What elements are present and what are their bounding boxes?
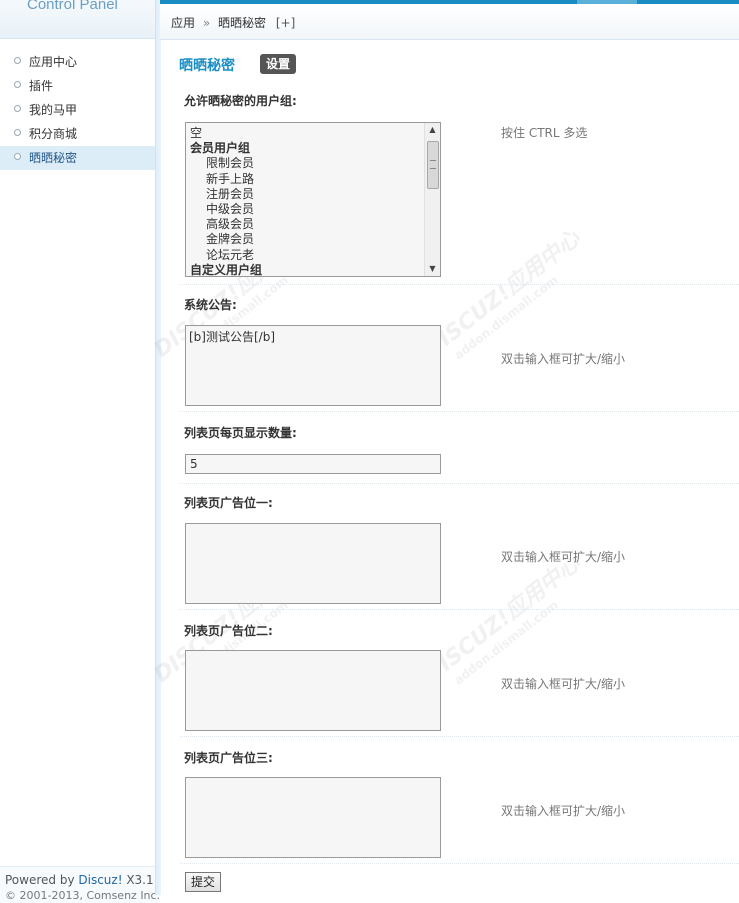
row-divider: [180, 863, 739, 864]
select-option[interactable]: 新手上路: [190, 172, 425, 187]
select-optgroup: 自定义用户组: [190, 262, 263, 277]
ad2-tip: 双击输入框可扩大/缩小: [501, 677, 626, 691]
breadcrumb: 应用 » 晒晒秘密 [+]: [171, 14, 295, 31]
sidebar-item-label: 我的马甲: [29, 103, 78, 117]
sidebar-item-label: 应用中心: [29, 55, 78, 69]
select-options: 空 会员用户组 限制会员 新手上路 注册会员 中级会员 高级会员 金牌会员 论坛…: [190, 126, 425, 277]
sidebar-item-label: 插件: [29, 79, 54, 93]
sidebar-item-label: 积分商城: [29, 127, 78, 141]
notice-textarea[interactable]: [b]测试公告[/b]: [185, 325, 441, 406]
powered-prefix: Powered by: [5, 873, 79, 887]
breadcrumb-item-current: 晒晒秘密: [218, 16, 267, 30]
per-page-count-input[interactable]: 5: [185, 454, 441, 474]
select-option[interactable]: 论坛元老: [190, 248, 425, 263]
row-divider: [180, 483, 739, 484]
ad3-tip: 双击输入框可扩大/缩小: [501, 804, 626, 818]
scroll-thumb[interactable]: [427, 141, 439, 189]
bullet-icon: [14, 57, 21, 64]
version-text: X3.1: [122, 873, 154, 887]
breadcrumb-separator: »: [202, 16, 211, 30]
logo-text: Control Panel: [27, 0, 118, 13]
user-groups-multiselect[interactable]: 空 会员用户组 限制会员 新手上路 注册会员 中级会员 高级会员 金牌会员 论坛…: [185, 122, 441, 277]
bullet-icon: [14, 129, 21, 136]
bullet-icon: [14, 105, 21, 112]
select-option[interactable]: 限制会员: [190, 156, 425, 171]
submit-button[interactable]: 提交: [185, 872, 222, 892]
notice-label: 系统公告:: [184, 298, 237, 312]
logo-area: Control Panel: [0, 0, 155, 39]
ad1-label: 列表页广告位一:: [184, 496, 273, 510]
notice-tip: 双击输入框可扩大/缩小: [501, 352, 626, 366]
breadcrumb-item-app[interactable]: 应用: [171, 16, 195, 30]
select-optgroup: 会员用户组: [190, 141, 251, 156]
select-option[interactable]: 高级会员: [190, 217, 425, 232]
discuz-link[interactable]: Discuz!: [78, 873, 122, 887]
select-option[interactable]: 金牌会员: [190, 232, 425, 247]
row-divider: [180, 411, 739, 412]
topbar: 应用 » 晒晒秘密 [+]: [160, 0, 739, 40]
sidebar-item-points-mall[interactable]: 积分商城: [0, 122, 155, 146]
groups-tip: 按住 CTRL 多选: [501, 126, 588, 140]
ad2-label: 列表页广告位二:: [184, 624, 273, 638]
sidebar-item-app-center[interactable]: 应用中心: [0, 50, 155, 74]
select-option[interactable]: 中级会员: [190, 202, 425, 217]
groups-label: 允许晒秘密的用户组:: [184, 94, 297, 108]
sidebar: Control Panel 应用中心 插件 我的马甲 积分商城 晒晒秘密 Pow…: [0, 0, 160, 903]
topbar-tab-indicator: [577, 0, 637, 4]
sidebar-item-label: 晒晒秘密: [29, 151, 78, 165]
scroll-up-arrow-icon[interactable]: ▲: [425, 123, 440, 137]
page-title: 晒晒秘密: [179, 58, 235, 74]
add-to-favorites-link[interactable]: [+]: [276, 16, 295, 30]
count-label: 列表页每页显示数量:: [184, 426, 297, 440]
row-divider: [180, 284, 739, 285]
ad1-tip: 双击输入框可扩大/缩小: [501, 550, 626, 564]
bullet-icon: [14, 153, 21, 160]
sidebar-item-plugins[interactable]: 插件: [0, 74, 155, 98]
settings-tab[interactable]: 设置: [260, 54, 297, 74]
ad1-textarea[interactable]: [185, 523, 441, 604]
sidebar-item-share-secrets[interactable]: 晒晒秘密: [0, 146, 155, 170]
copyright: © 2001-2013, Comsenz Inc.: [5, 889, 161, 902]
select-scrollbar[interactable]: ▲ ▼: [424, 123, 440, 276]
ad2-textarea[interactable]: [185, 650, 441, 731]
row-divider: [180, 736, 739, 737]
ad3-label: 列表页广告位三:: [184, 751, 273, 765]
main-content: DISCUZ!应用中心 addon.dismall.com DISCUZ!应用中心…: [150, 40, 739, 895]
bullet-icon: [14, 81, 21, 88]
scroll-down-arrow-icon[interactable]: ▼: [425, 262, 440, 276]
select-option[interactable]: 注册会员: [190, 187, 425, 202]
sidebar-item-vests[interactable]: 我的马甲: [0, 98, 155, 122]
side-menu: 应用中心 插件 我的马甲 积分商城 晒晒秘密: [0, 50, 155, 170]
row-divider: [180, 609, 739, 610]
select-option[interactable]: 空: [190, 126, 425, 141]
ad3-textarea[interactable]: [185, 777, 441, 858]
